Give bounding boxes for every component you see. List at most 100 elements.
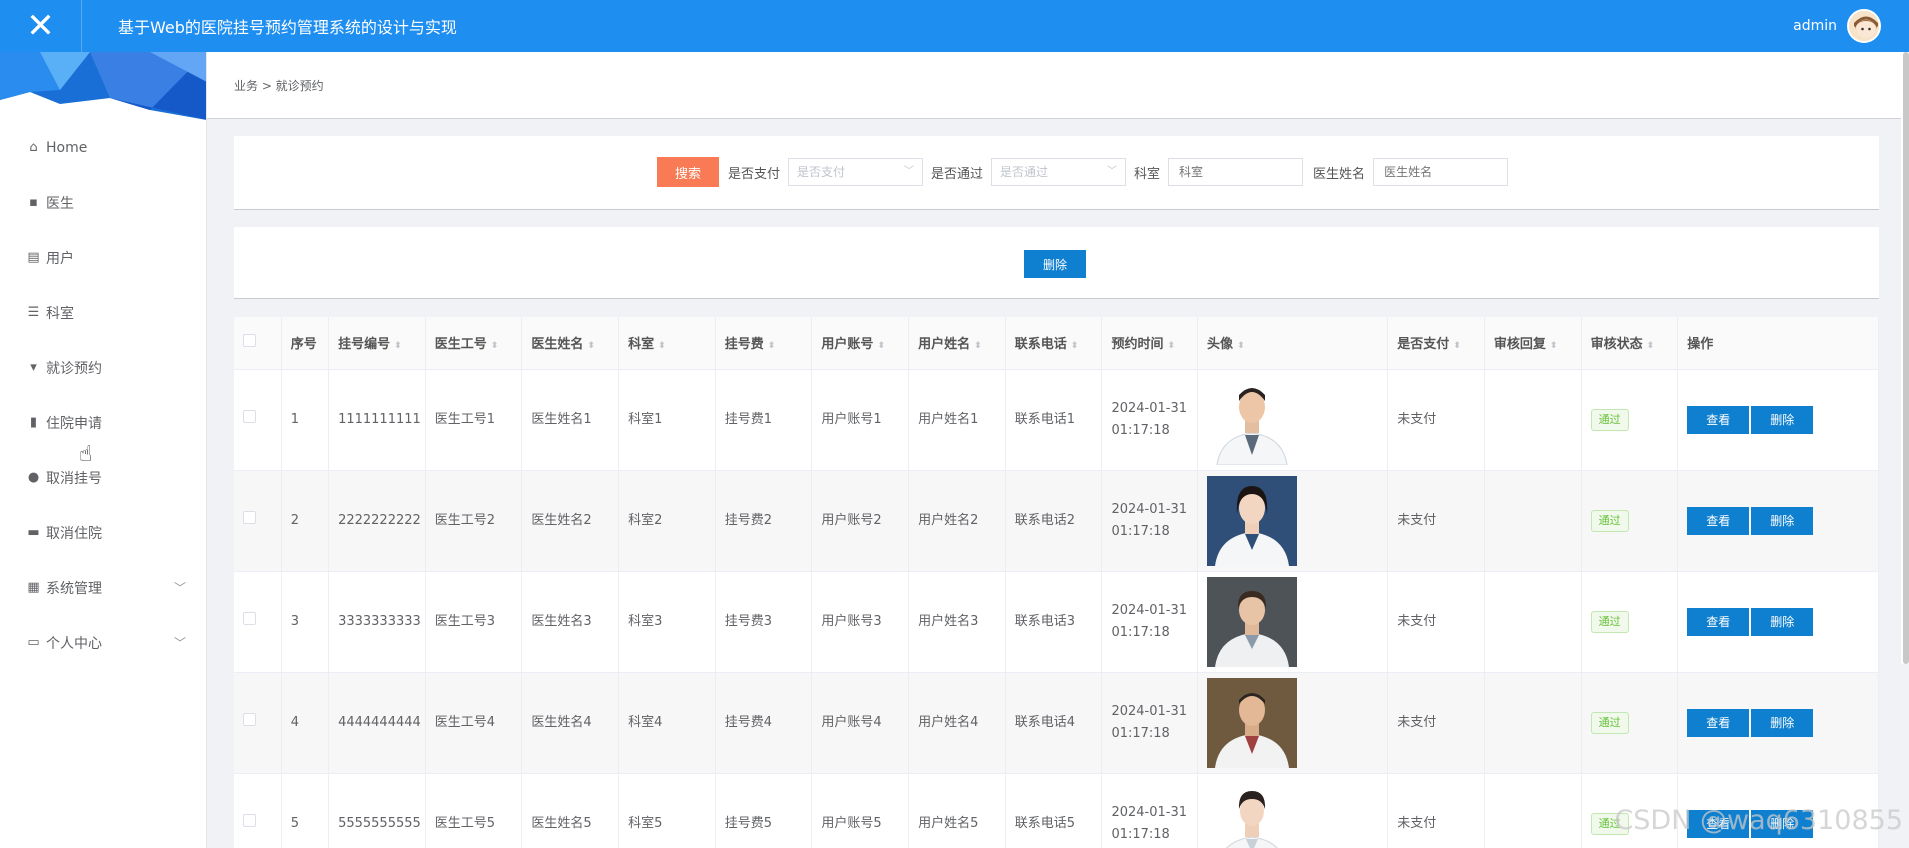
column-header[interactable]: 联系电话 ⬍ — [1005, 317, 1103, 370]
column-header: 序号 — [281, 317, 330, 370]
sort-icon[interactable]: ⬍ — [1237, 341, 1245, 351]
sort-icon[interactable]: ⬍ — [658, 341, 666, 351]
column-header[interactable]: 用户姓名 ⬍ — [908, 317, 1006, 370]
select-all-cell[interactable] — [234, 317, 282, 370]
stamp-icon: ▾ — [30, 360, 37, 375]
user-avatar[interactable] — [1847, 9, 1881, 43]
sort-icon[interactable]: ⬍ — [1071, 341, 1079, 351]
column-header[interactable]: 挂号编号 ⬍ — [328, 317, 426, 370]
row-checkbox[interactable] — [243, 510, 256, 524]
cell-time: 2024-01-31 01:17:18 — [1101, 470, 1199, 572]
sidebar-item-personal-center[interactable]: ▭ 个人中心 ﹀ — [0, 615, 206, 670]
view-button[interactable]: 查看 — [1687, 607, 1750, 636]
cell-phone: 联系电话5 — [1005, 773, 1103, 848]
delete-button[interactable]: 删除 — [1751, 506, 1814, 535]
cell-account: 用户账号2 — [811, 470, 910, 572]
delete-button[interactable]: 删除 — [1751, 809, 1814, 838]
view-button[interactable]: 查看 — [1687, 405, 1750, 434]
home-icon: ⌂ — [29, 140, 38, 155]
column-header[interactable]: 用户账号 ⬍ — [811, 317, 910, 370]
column-header[interactable]: 预约时间 ⬍ — [1101, 317, 1199, 370]
sidebar-item-department[interactable]: ☰ 科室 — [0, 285, 206, 340]
approved-select[interactable]: 是否通过 ﹀ — [991, 158, 1127, 186]
breadcrumb-text[interactable]: 业务 > 就诊预约 — [234, 77, 324, 94]
user-name[interactable]: admin — [1793, 18, 1837, 34]
appointment-table: 序号 挂号编号 ⬍ 医生工号 ⬍ 医生姓名 ⬍ 科室 ⬍ 挂号费 ⬍ 用户账号 ⬍ 用户姓名… — [234, 317, 1879, 848]
sort-icon[interactable]: ⬍ — [1167, 341, 1175, 351]
doctor-photo[interactable] — [1207, 475, 1298, 566]
sidebar-item-user[interactable]: ▤ 用户 — [0, 230, 206, 285]
column-header[interactable]: 医生工号 ⬍ — [425, 317, 523, 370]
sidebar: ⌂ Home ▪ 医生 ▤ 用户 ☰ 科室 ▾ 就诊预约 ▮ 住院申请 ● 取消… — [0, 52, 207, 848]
doctor-photo[interactable] — [1207, 576, 1298, 667]
paid-label: 是否支付 — [728, 166, 781, 182]
table-header-row: 序号 挂号编号 ⬍ 医生工号 ⬍ 医生姓名 ⬍ 科室 ⬍ 挂号费 ⬍ 用户账号 ⬍ 用户姓名… — [234, 317, 1879, 370]
delete-button[interactable]: 删除 — [1751, 405, 1814, 434]
sidebar-item-appointment[interactable]: ▾ 就诊预约 — [0, 340, 206, 395]
sort-icon[interactable]: ⬍ — [491, 341, 499, 351]
view-button[interactable]: 查看 — [1687, 506, 1750, 535]
doctor-photo[interactable] — [1207, 677, 1298, 768]
select-all-checkbox[interactable] — [243, 334, 256, 348]
status-badge: 通过 — [1590, 610, 1629, 633]
main-content: 业务 > 就诊预约 搜索 是否支付 是否支付 ﹀ 是否通过 是否通过 ﹀ 科室 … — [207, 52, 1909, 848]
sidebar-item-label: 用户 — [46, 250, 74, 267]
paid-select[interactable]: 是否支付 ﹀ — [788, 158, 924, 186]
sort-icon[interactable]: ⬍ — [1453, 341, 1461, 351]
doctor-photo[interactable] — [1207, 374, 1298, 465]
doctor-photo[interactable] — [1207, 778, 1298, 848]
row-checkbox[interactable] — [243, 611, 256, 625]
sidebar-item-cancel-hospitalization[interactable]: ▬ 取消住院 — [0, 505, 206, 560]
column-header[interactable]: 头像 ⬍ — [1197, 317, 1389, 370]
sidebar-item-doctor[interactable]: ▪ 医生 — [0, 175, 206, 230]
column-header[interactable]: 医生姓名 ⬍ — [521, 317, 620, 370]
sidebar-item-label: 就诊预约 — [46, 360, 102, 377]
cell-paid: 未支付 — [1387, 571, 1485, 673]
column-header[interactable]: 审核状态 ⬍ — [1581, 317, 1679, 370]
chevron-down-icon: ﹀ — [1107, 166, 1118, 177]
view-button[interactable]: 查看 — [1687, 708, 1750, 737]
sort-icon[interactable]: ⬍ — [1647, 341, 1655, 351]
doctor-name-input[interactable] — [1373, 158, 1509, 186]
column-header[interactable]: 是否支付 ⬍ — [1387, 317, 1485, 370]
cell-status: 通过 — [1581, 470, 1679, 572]
sidebar-item-label: 取消挂号 — [46, 470, 102, 487]
sort-icon[interactable]: ⬍ — [587, 341, 595, 351]
column-header[interactable]: 审核回复 ⬍ — [1484, 317, 1582, 370]
sort-icon[interactable]: ⬍ — [974, 341, 982, 351]
dept-input[interactable] — [1168, 158, 1304, 186]
sort-icon[interactable]: ⬍ — [877, 341, 885, 351]
batch-delete-button[interactable]: 删除 — [1024, 250, 1086, 278]
column-header[interactable]: 科室 ⬍ — [618, 317, 716, 370]
page-scrollbar-thumb[interactable] — [1903, 52, 1909, 664]
cell-index: 2 — [281, 470, 330, 572]
user-area[interactable]: admin — [1793, 0, 1881, 52]
sidebar-banner — [0, 52, 206, 120]
close-icon[interactable]: ✕ — [0, 0, 82, 52]
cell-doc-id: 医生工号2 — [425, 470, 523, 572]
cell-dept: 科室1 — [618, 369, 716, 471]
search-button[interactable]: 搜索 — [657, 157, 719, 187]
sidebar-item-system-management[interactable]: ▦ 系统管理 ﹀ — [0, 560, 206, 615]
sidebar-item-label: 取消住院 — [46, 525, 102, 542]
sidebar-item-cancel-registration[interactable]: ● 取消挂号 — [0, 450, 206, 505]
cell-dept: 科室2 — [618, 470, 716, 572]
sidebar-item-home[interactable]: ⌂ Home — [0, 120, 206, 175]
row-checkbox[interactable] — [243, 409, 256, 423]
row-checkbox[interactable] — [243, 712, 256, 726]
delete-button[interactable]: 删除 — [1751, 607, 1814, 636]
sidebar-item-hospitalization[interactable]: ▮ 住院申请 — [0, 395, 206, 450]
row-checkbox[interactable] — [243, 813, 256, 827]
cell-reply — [1484, 571, 1582, 673]
sort-icon[interactable]: ⬍ — [768, 341, 776, 351]
delete-button[interactable]: 删除 — [1751, 708, 1814, 737]
cell-index: 4 — [281, 672, 330, 774]
sort-icon[interactable]: ⬍ — [394, 341, 402, 351]
table-row: 3 3333333333 医生工号3 医生姓名3 科室3 挂号费3 用户账号3 … — [234, 571, 1879, 673]
doctor-name-label: 医生姓名 — [1313, 166, 1366, 182]
cell-doc-name: 医生姓名2 — [521, 470, 620, 572]
sort-icon[interactable]: ⬍ — [1550, 341, 1558, 351]
view-button[interactable]: 查看 — [1687, 809, 1750, 838]
column-header[interactable]: 挂号费 ⬍ — [715, 317, 813, 370]
table-row: 1 1111111111 医生工号1 医生姓名1 科室1 挂号费1 用户账号1 … — [234, 369, 1879, 471]
